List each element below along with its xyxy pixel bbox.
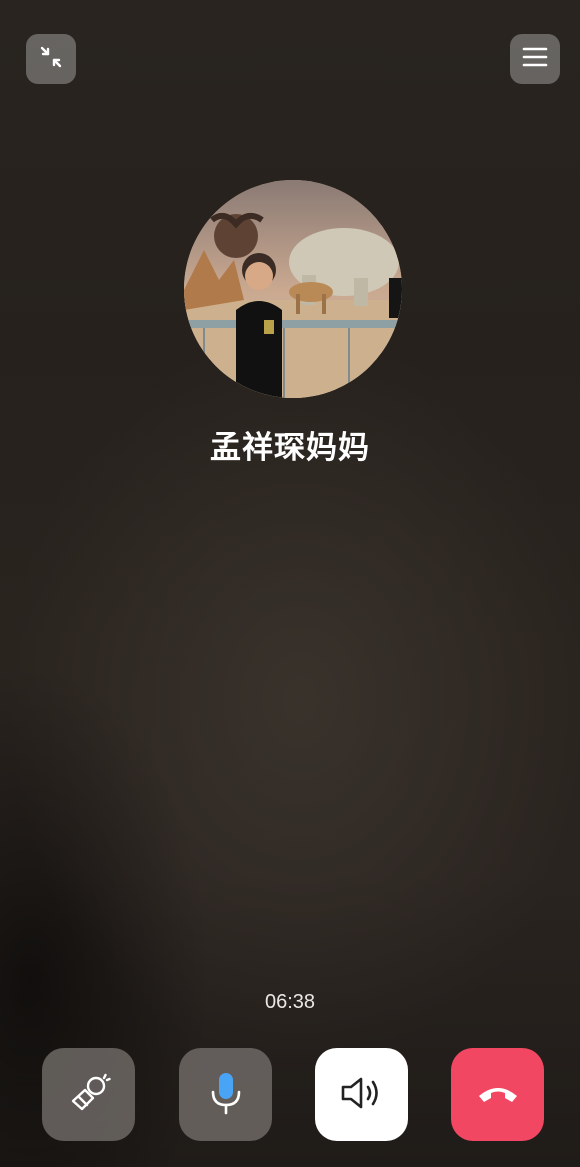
speaker-icon [339, 1073, 385, 1117]
menu-button[interactable] [510, 34, 560, 84]
minimize-button[interactable] [26, 34, 76, 84]
hangup-button[interactable] [451, 1048, 544, 1141]
microphone-icon [206, 1070, 246, 1120]
magic-wand-icon [67, 1071, 111, 1119]
effects-button[interactable] [42, 1048, 135, 1141]
microphone-button[interactable] [179, 1048, 272, 1141]
caller-name: 孟祥琛妈妈 [210, 430, 370, 466]
speaker-button[interactable] [315, 1048, 408, 1141]
caller-avatar [184, 180, 402, 398]
minimize-icon [38, 44, 64, 74]
menu-icon [521, 45, 549, 73]
call-controls [0, 1048, 580, 1141]
call-duration: 06:38 [264, 991, 316, 1013]
hangup-icon [475, 1078, 521, 1112]
